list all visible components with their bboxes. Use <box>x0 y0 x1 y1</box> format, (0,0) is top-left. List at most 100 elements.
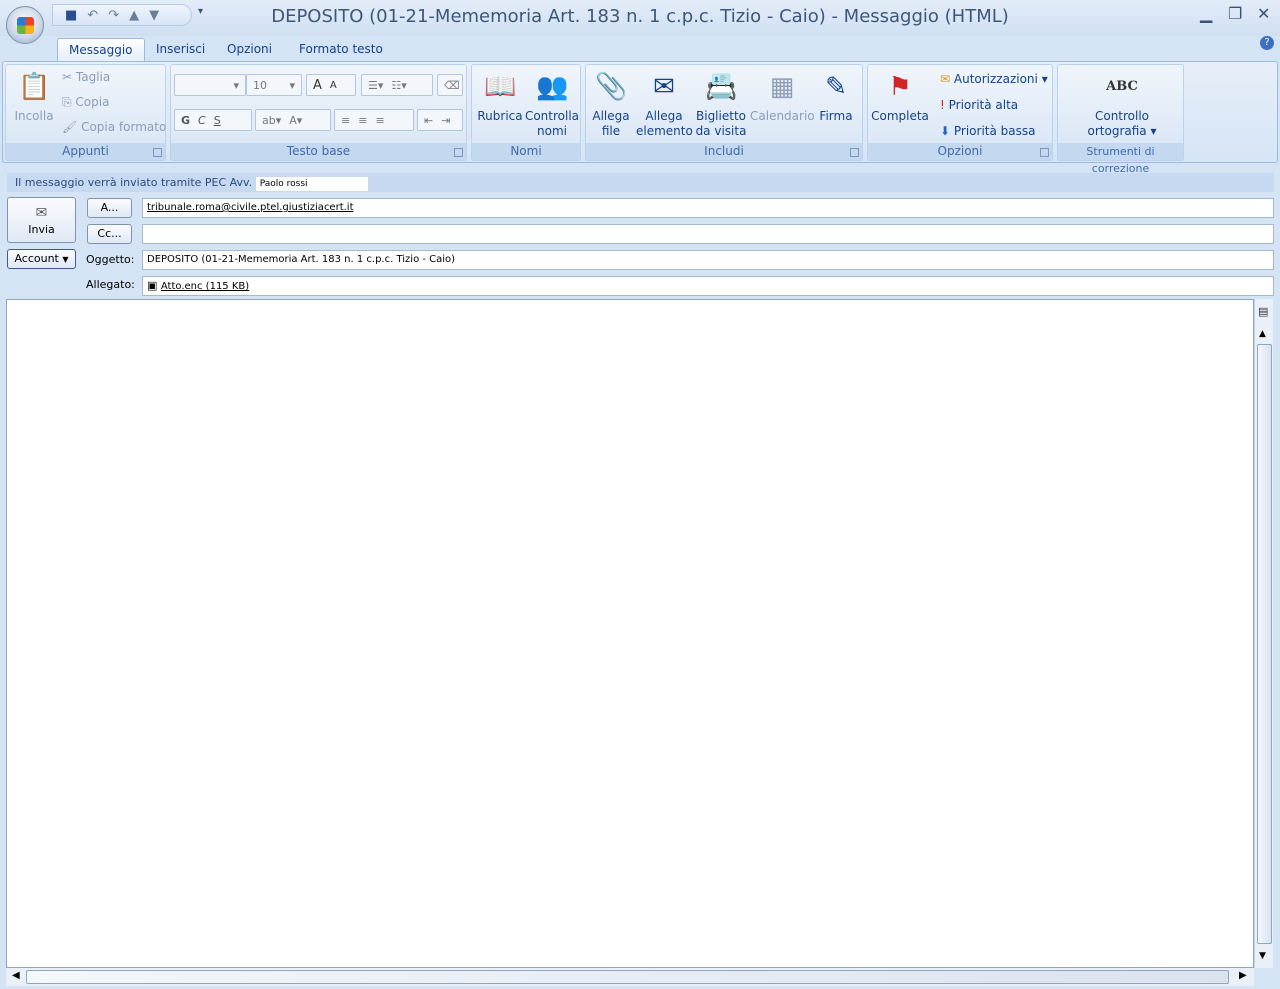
close-button[interactable]: ✕ <box>1257 4 1270 23</box>
subject-label: Oggetto: <box>86 253 135 266</box>
style-buttons: GCS <box>174 109 252 131</box>
sender-name: Paolo rossi <box>255 177 368 191</box>
shrink-font-button[interactable]: A <box>330 80 337 91</box>
highlight-icon[interactable]: ab▾ <box>262 114 281 127</box>
dialog-launcher-icon[interactable] <box>153 148 162 157</box>
horizontal-scroll-thumb[interactable] <box>26 970 1229 984</box>
indent-buttons: ⇤ ⇥ <box>417 109 463 131</box>
scroll-up-icon[interactable]: ▲ <box>1259 329 1266 339</box>
minimize-button[interactable]: ▁ <box>1200 4 1212 23</box>
numbering-icon[interactable]: ☷▾ <box>391 79 406 92</box>
follow-up-button[interactable]: ⚑ Completa <box>870 69 930 124</box>
paste-button[interactable]: 📋 Incolla <box>10 69 58 124</box>
font-size-buttons: AA <box>306 74 356 96</box>
high-priority-button[interactable]: ! Priorità alta <box>940 95 1018 115</box>
subject-field[interactable]: DEPOSITO (01-21-Mememoria Art. 183 n. 1 … <box>142 250 1274 270</box>
restore-button[interactable]: ❐ <box>1228 4 1242 23</box>
group-includi: 📎 Allega file ✉ Allega elemento 📇 Biglietto… <box>585 64 863 161</box>
scroll-right-icon[interactable]: ▶ <box>1239 970 1247 981</box>
attachment-link[interactable]: Atto.enc (115 KB) <box>161 281 249 292</box>
address-book-icon: 📖 <box>484 72 517 102</box>
bold-button[interactable]: G <box>181 114 190 127</box>
business-card-button[interactable]: 📇 Biglietto da visita <box>694 69 748 139</box>
cc-button[interactable]: Cc... <box>87 224 132 244</box>
tab-formato-testo[interactable]: Formato testo <box>288 38 394 62</box>
calendar-icon: ▦ <box>769 72 795 102</box>
permissions-button[interactable]: ✉ Autorizzazioni ▾ <box>940 69 1048 89</box>
align-right-icon[interactable]: ≡ <box>375 114 384 127</box>
tab-opzioni[interactable]: Opzioni <box>216 38 283 62</box>
align-buttons: ≡ ≡ ≡ <box>334 109 414 131</box>
copy-button[interactable]: ⎘ Copia <box>62 92 109 112</box>
chevron-down-icon: ▼ <box>62 255 69 264</box>
check-names-icon: 👥 <box>536 72 569 102</box>
check-names-button[interactable]: 👥 Controlla nomi <box>524 69 580 139</box>
window-title: DEPOSITO (01-21-Mememoria Art. 183 n. 1 … <box>271 6 1009 27</box>
horizontal-scrollbar[interactable]: ◀ ▶ <box>6 968 1254 986</box>
group-label: Opzioni <box>868 143 1052 160</box>
down-arrow-icon: ⬇ <box>940 124 954 138</box>
message-body-editor[interactable] <box>6 299 1254 968</box>
send-button[interactable]: ✉ Invia <box>7 197 76 243</box>
info-bar: Il messaggio verrà inviato tramite PEC A… <box>7 173 1274 192</box>
office-button[interactable] <box>6 6 44 44</box>
attach-file-button[interactable]: 📎 Allega file <box>590 69 632 139</box>
spelling-button[interactable]: ABC Controllo ortografia ▾ <box>1068 69 1176 139</box>
to-button[interactable]: A... <box>87 198 132 218</box>
color-buttons: ab▾ A▾ <box>255 109 331 131</box>
rubrica-button[interactable]: 📖 Rubrica <box>476 69 524 124</box>
align-center-icon[interactable]: ≡ <box>358 114 367 127</box>
group-opzioni: ⚑ Completa ✉ Autorizzazioni ▾ ! Priorità … <box>867 64 1053 161</box>
cut-button[interactable]: ✂ Taglia <box>62 67 110 87</box>
group-label: Appunti <box>6 143 165 160</box>
cc-field[interactable] <box>142 224 1274 244</box>
account-button[interactable]: Account ▼ <box>7 249 76 269</box>
copy-icon: ⎘ <box>62 95 76 109</box>
ruler-toggle-icon[interactable]: ▤ <box>1258 305 1268 318</box>
list-buttons: ☰▾ ☷▾ <box>361 74 433 96</box>
business-card-icon: 📇 <box>705 72 738 102</box>
clipboard-icon: 📋 <box>18 72 51 102</box>
scroll-down-icon[interactable]: ▼ <box>1259 951 1266 961</box>
signature-pen-icon: ✎ <box>825 72 847 102</box>
vertical-scrollbar[interactable]: ▤ ▲ ▼ <box>1254 299 1273 968</box>
scroll-left-icon[interactable]: ◀ <box>12 970 20 981</box>
grow-font-button[interactable]: A <box>313 78 322 93</box>
low-priority-button[interactable]: ⬇ Priorità bassa <box>940 121 1035 141</box>
group-appunti: 📋 Incolla ✂ Taglia ⎘ Copia 🖌 Copia format… <box>5 64 166 161</box>
flag-icon: ⚑ <box>888 72 912 102</box>
calendar-button[interactable]: ▦ Calendario <box>750 69 815 124</box>
vertical-scroll-thumb[interactable] <box>1257 344 1272 944</box>
envelope-clip-icon: ✉ <box>653 72 675 102</box>
dialog-launcher-icon[interactable] <box>454 148 463 157</box>
ribbon: 📋 Incolla ✂ Taglia ⎘ Copia 🖌 Copia format… <box>2 61 1278 175</box>
group-label: Includi <box>586 143 862 160</box>
chevron-down-icon: ▾ <box>289 78 295 92</box>
align-left-icon[interactable]: ≡ <box>341 114 350 127</box>
file-icon: ▣ <box>147 279 161 292</box>
font-size-select[interactable]: 10 ▾ <box>246 74 302 96</box>
permission-icon: ✉ <box>940 72 954 86</box>
paperclip-icon: 📎 <box>595 72 628 102</box>
clear-formatting-button[interactable]: ⌫ <box>437 74 463 96</box>
dialog-launcher-icon[interactable] <box>850 148 859 157</box>
format-painter-button[interactable]: 🖌 Copia formato <box>62 117 166 137</box>
to-field[interactable]: tribunale.roma@civile.ptel.giustiziacert… <box>142 198 1274 218</box>
tab-messaggio[interactable]: Messaggio <box>57 38 145 62</box>
indent-icon[interactable]: ⇥ <box>441 114 450 127</box>
underline-button[interactable]: S <box>214 114 221 127</box>
group-label: Strumenti di correzione <box>1058 143 1183 175</box>
attachment-label: Allegato: <box>86 278 135 291</box>
italic-button[interactable]: C <box>198 114 206 127</box>
scissors-icon: ✂ <box>62 70 76 84</box>
help-icon[interactable]: ? <box>1260 36 1274 50</box>
font-color-icon[interactable]: A▾ <box>289 114 302 127</box>
outdent-icon[interactable]: ⇤ <box>424 114 433 127</box>
brush-icon: 🖌 <box>62 120 82 134</box>
dialog-launcher-icon[interactable] <box>1040 148 1049 157</box>
attach-item-button[interactable]: ✉ Allega elemento <box>636 69 693 139</box>
font-name-select[interactable]: ▾ <box>174 74 246 96</box>
signature-button[interactable]: ✎ Firma <box>816 69 856 124</box>
tab-inserisci[interactable]: Inserisci <box>145 38 216 62</box>
bullets-icon[interactable]: ☰▾ <box>368 79 383 92</box>
